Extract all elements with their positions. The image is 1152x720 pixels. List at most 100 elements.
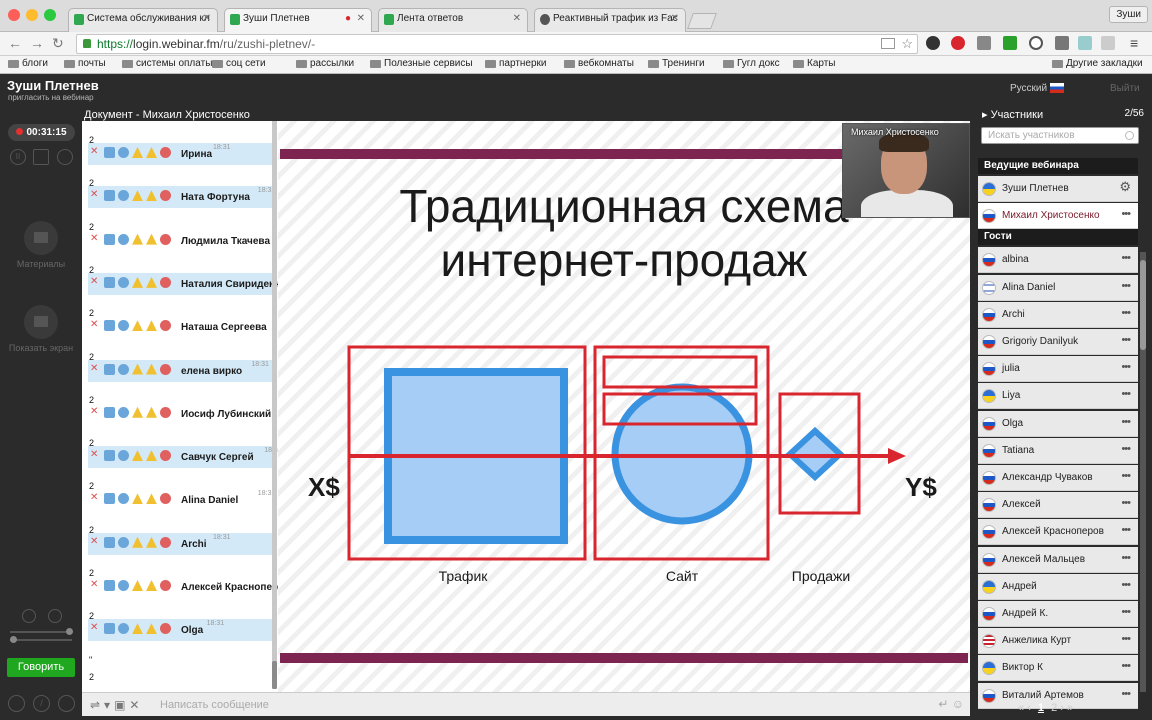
warning-icon[interactable] [146, 493, 157, 505]
more-icon[interactable]: ••• [1121, 633, 1131, 645]
more-icon[interactable]: ••• [1121, 388, 1131, 400]
presenter-video[interactable]: Михаил Христосенко [842, 123, 970, 218]
participant-item[interactable]: Alina Daniel ••• [978, 274, 1138, 301]
message-author[interactable]: Савчук Сергей [181, 452, 254, 463]
close-tab-icon[interactable]: ✕ [203, 13, 211, 24]
fullscreen-icon[interactable] [33, 149, 49, 165]
bell-icon[interactable] [132, 493, 143, 505]
copy-icon[interactable] [104, 623, 115, 635]
send-icon[interactable]: ↵ ☺ [938, 697, 964, 711]
ban-icon[interactable] [160, 450, 171, 462]
bookmark-folder[interactable]: Гугл докс [723, 58, 780, 69]
warning-icon[interactable] [146, 276, 157, 288]
more-icon[interactable]: ••• [1121, 443, 1131, 455]
bookmark-folder[interactable]: почты [64, 58, 106, 69]
warning-icon[interactable] [146, 406, 157, 418]
bell-icon[interactable] [132, 320, 143, 332]
invite-link[interactable]: пригласить на вебинар [8, 93, 94, 102]
ban-icon[interactable] [160, 147, 171, 158]
more-icon[interactable]: ••• [1121, 252, 1131, 264]
comment-icon[interactable] [118, 493, 129, 505]
more-icon[interactable]: ••• [1121, 334, 1131, 346]
scroll-thumb[interactable] [1140, 260, 1146, 350]
participants-title[interactable]: ▸ Участники [982, 108, 1043, 121]
comment-icon[interactable] [118, 623, 129, 635]
close-tab-icon[interactable]: ✕ [513, 13, 521, 24]
tools-icon[interactable] [1055, 36, 1069, 50]
message-author[interactable]: Alina Daniel [181, 495, 238, 506]
participants-scrollbar[interactable] [1140, 252, 1146, 692]
speak-button[interactable]: Говорить [7, 658, 75, 677]
bell-icon[interactable] [132, 623, 143, 635]
participant-item[interactable]: Tatiana ••• [978, 437, 1138, 464]
camera-icon[interactable] [22, 609, 36, 623]
bell-icon[interactable] [132, 580, 143, 591]
minimize-window-icon[interactable] [26, 9, 38, 21]
prev-page-icon[interactable]: ‹ [1027, 702, 1031, 714]
participant-item[interactable]: Liya ••• [978, 383, 1138, 410]
ban-icon[interactable] [160, 623, 171, 635]
warning-icon[interactable] [146, 147, 157, 158]
extension-icon[interactable] [977, 36, 991, 50]
language-selector[interactable]: Русский [1010, 83, 1047, 94]
delete-icon[interactable]: ✕ [90, 450, 101, 461]
star-icon[interactable]: ☆ [901, 36, 913, 52]
bell-icon[interactable] [132, 147, 143, 158]
participant-item[interactable]: Андрей К. ••• [978, 601, 1138, 627]
ban-icon[interactable] [160, 493, 171, 505]
more-icon[interactable]: ••• [1121, 579, 1131, 591]
last-page-icon[interactable]: » [1067, 702, 1073, 714]
bell-icon[interactable] [132, 536, 143, 548]
participants-search-input[interactable]: Искать участников [981, 127, 1139, 144]
participant-item[interactable]: Archi ••• [978, 301, 1138, 328]
bookmark-folder[interactable]: Полезные сервисы [370, 58, 473, 69]
browser-tab[interactable]: Лента ответов ✕ [378, 8, 528, 32]
close-tab-icon[interactable]: ✕ [357, 13, 365, 24]
comment-icon[interactable] [118, 147, 129, 158]
message-author[interactable]: Алексей Красноперов [181, 582, 278, 593]
bookmark-folder[interactable]: соц сети [212, 58, 266, 69]
ban-icon[interactable] [160, 363, 171, 375]
message-author[interactable]: Людмила Ткачева [181, 236, 270, 247]
bookmark-folder[interactable]: рассылки [296, 58, 354, 69]
edit-icon[interactable]: / [33, 695, 50, 712]
delete-icon[interactable]: ✕ [90, 363, 101, 375]
share-screen-button[interactable]: Показать экран [0, 305, 82, 353]
bell-icon[interactable] [132, 450, 143, 462]
forward-icon[interactable]: → [30, 35, 44, 51]
more-icon[interactable]: ••• [1121, 307, 1131, 319]
delete-icon[interactable]: ✕ [90, 623, 101, 634]
bookmark-folder[interactable]: партнерки [485, 58, 547, 69]
warning-icon[interactable] [146, 190, 157, 202]
message-author[interactable]: Ирина [181, 149, 212, 160]
participant-item[interactable]: Виктор К ••• [978, 655, 1138, 682]
participant-item[interactable]: albina ••• [978, 247, 1138, 274]
menu-icon[interactable]: ≡ [1130, 35, 1138, 51]
delete-icon[interactable]: ✕ [90, 190, 101, 201]
bell-icon[interactable] [132, 190, 143, 202]
participant-item[interactable]: Grigoriy Danilyuk ••• [978, 329, 1138, 355]
bell-icon[interactable] [132, 233, 143, 245]
delete-icon[interactable]: ✕ [90, 406, 101, 418]
participant-item[interactable]: Зуши Плетнев ⚙ [978, 176, 1138, 202]
more-icon[interactable]: ••• [1121, 552, 1131, 564]
message-author[interactable]: елена вирко [181, 366, 242, 377]
chat-message-input[interactable]: Написать сообщение [160, 699, 269, 711]
comment-icon[interactable] [118, 190, 129, 202]
bell-icon[interactable] [132, 276, 143, 288]
comment-icon[interactable] [118, 363, 129, 375]
participant-item[interactable]: Анжелика Курт ••• [978, 628, 1138, 655]
copy-icon[interactable] [104, 536, 115, 548]
participant-item[interactable]: julia ••• [978, 356, 1138, 383]
participant-item[interactable]: Olga ••• [978, 410, 1138, 437]
participant-item[interactable]: Александр Чуваков ••• [978, 465, 1138, 491]
more-icon[interactable]: ••• [1121, 361, 1131, 373]
more-icon[interactable]: ••• [1121, 524, 1131, 536]
comment-icon[interactable] [118, 450, 129, 462]
delete-icon[interactable]: ✕ [90, 276, 101, 288]
chat-scrollbar[interactable] [272, 121, 277, 689]
volume-slider[interactable] [10, 628, 73, 635]
more-icon[interactable]: ••• [1121, 470, 1131, 482]
extension-icon[interactable] [926, 36, 940, 50]
materials-button[interactable]: Материалы [0, 221, 82, 269]
